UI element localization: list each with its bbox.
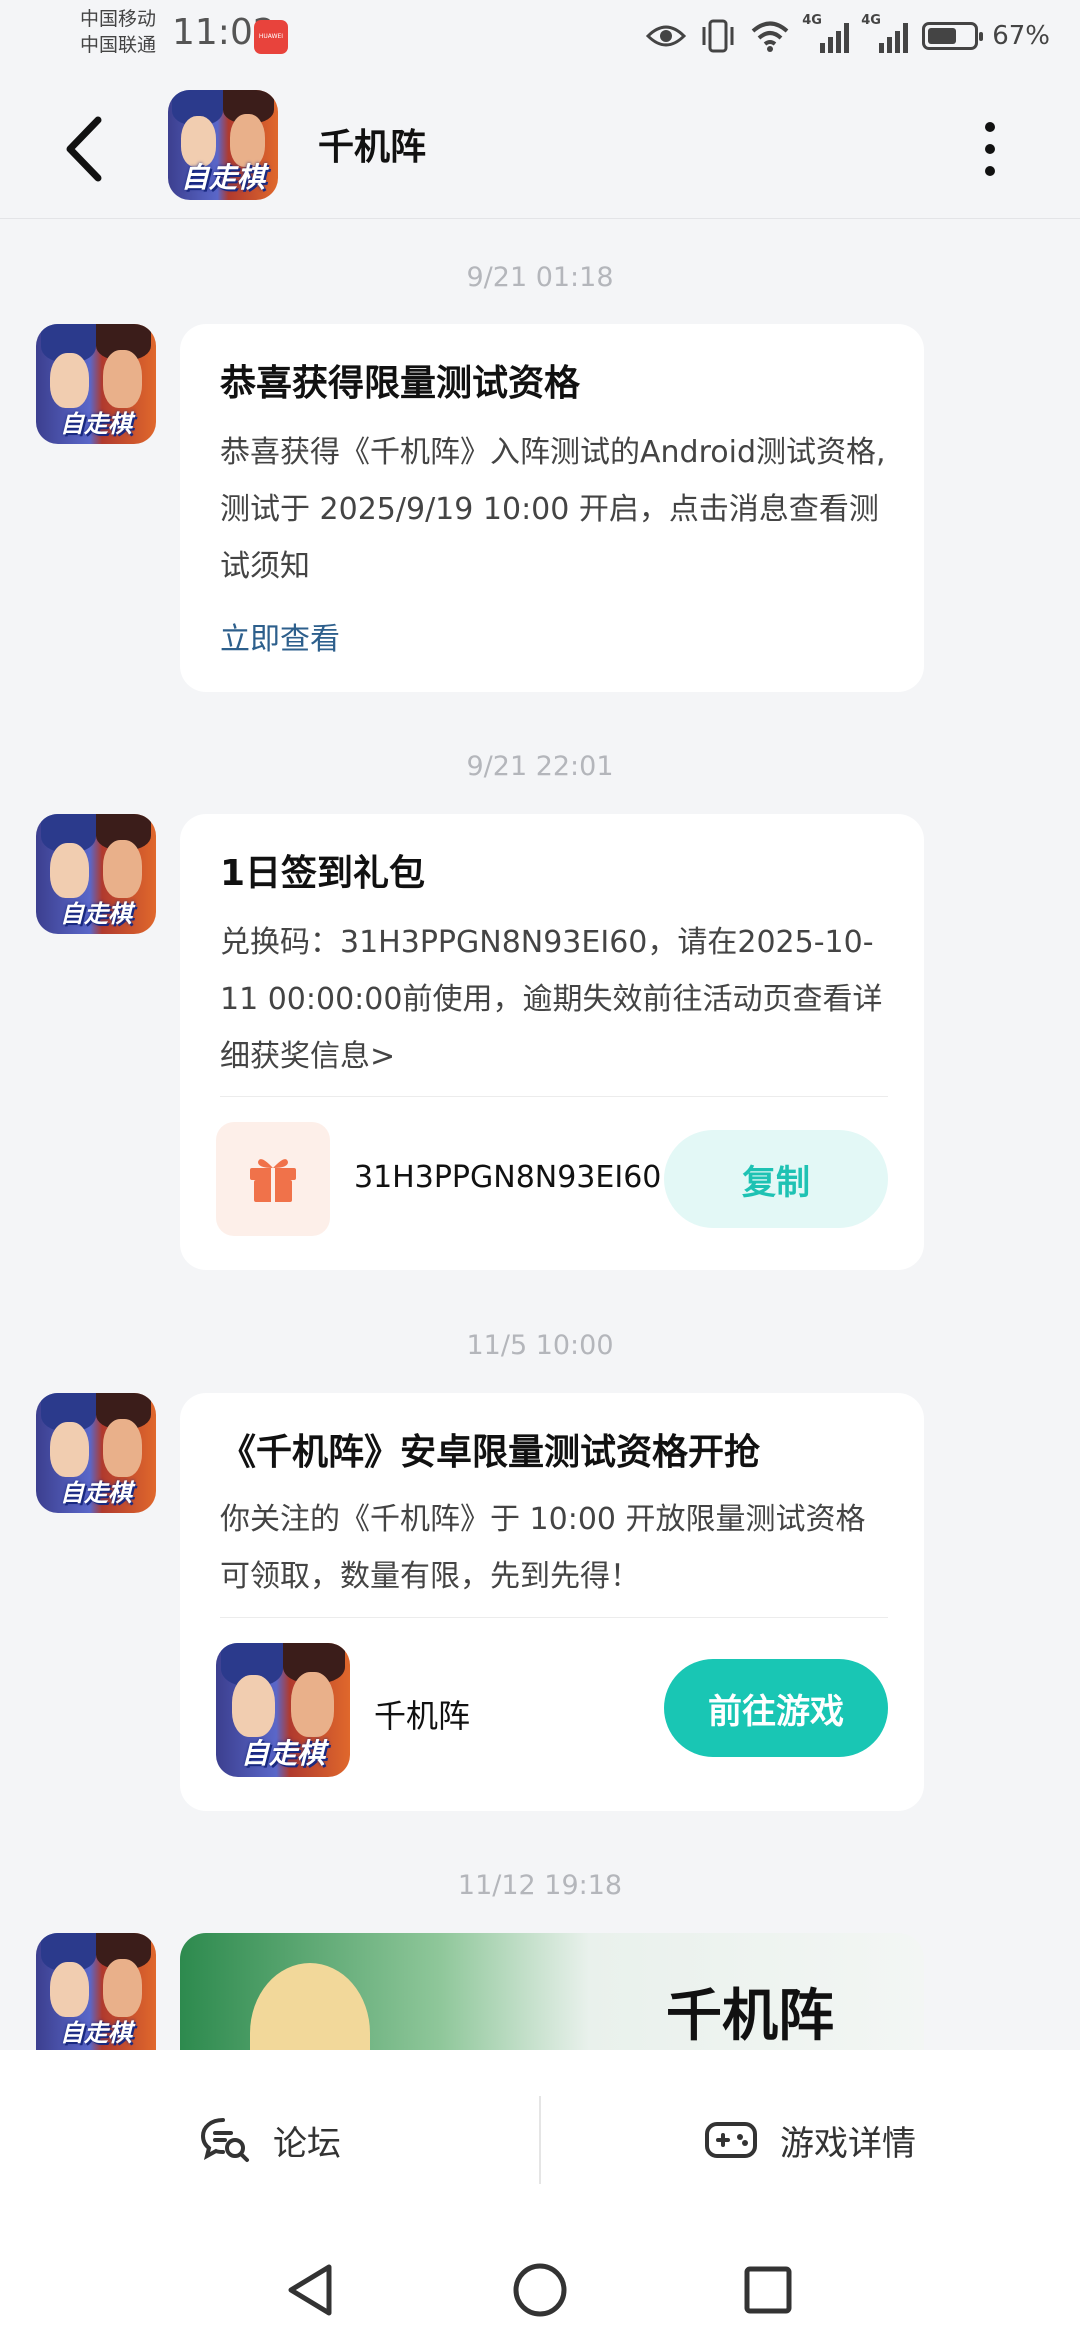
- message-card[interactable]: 《千机阵》安卓限量测试资格开抢 你关注的《千机阵》于 10:00 开放限量测试资…: [180, 1393, 924, 1811]
- more-options-button[interactable]: [968, 114, 1012, 184]
- network-type-1: 4G: [802, 13, 822, 28]
- network-type-2: 4G: [861, 13, 881, 28]
- message-title: 1日签到礼包: [220, 853, 426, 894]
- message-timestamp: 9/21 01:18: [466, 262, 614, 293]
- game-name: 千机阵: [374, 1697, 471, 1735]
- back-button[interactable]: [56, 104, 116, 194]
- gift-icon: [250, 1159, 296, 1202]
- eye-icon: [646, 25, 687, 47]
- square-recents-icon: [744, 2266, 792, 2314]
- battery-fill: [928, 28, 956, 44]
- chevron-left-icon: [66, 116, 102, 182]
- sender-avatar[interactable]: 自走棋: [36, 1933, 156, 2050]
- nav-home-button[interactable]: [500, 2250, 580, 2330]
- forum-chat-icon: [200, 2118, 249, 2162]
- page-title: 千机阵: [318, 127, 427, 168]
- gift-tile: [216, 1122, 330, 1236]
- battery-percent: 67%: [992, 21, 1050, 51]
- go-to-game-button[interactable]: 前往游戏: [664, 1659, 888, 1757]
- nav-recents-button[interactable]: [728, 2250, 808, 2330]
- signal-icon-2: 4G: [861, 13, 909, 53]
- app-icon-logo-text: 自走棋: [180, 160, 265, 194]
- card-divider: [220, 1617, 888, 1618]
- avatar-logo-text: 自走棋: [60, 410, 132, 439]
- message-body: 你关注的《千机阵》于 10:00 开放限量测试资格可领取，数量有限，先到先得！: [220, 1502, 866, 1594]
- status-bar: 中国移动 中国联通 11:02 HUAWEI 4G 4G 67%: [0, 0, 1080, 76]
- vibrate-icon: [702, 19, 734, 53]
- banner-character: [250, 1963, 370, 2053]
- sender-avatar[interactable]: 自走棋: [36, 1393, 156, 1513]
- card-divider: [220, 1096, 888, 1097]
- message-card[interactable]: 恭喜获得限量测试资格 恭喜获得《千机阵》入阵测试的Android测试资格,测试于…: [180, 324, 924, 692]
- thumbnail-logo-text: 自走棋: [240, 1736, 325, 1770]
- game-thumbnail[interactable]: 自走棋: [216, 1643, 350, 1777]
- message-body: 兑换码：31H3PPGN8N93EI60，请在2025-10-11 00:00:…: [220, 925, 883, 1074]
- sender-avatar[interactable]: 自走棋: [36, 324, 156, 444]
- copy-button[interactable]: 复制: [664, 1130, 888, 1228]
- message-timestamp: 11/12 19:18: [457, 1870, 623, 1901]
- nav-back-button[interactable]: [270, 2250, 350, 2330]
- banner-logo-text: 千机阵: [666, 1983, 834, 2049]
- wifi-icon: [751, 21, 789, 52]
- gamepad-icon: [705, 2122, 757, 2158]
- sender-avatar[interactable]: 自走棋: [36, 814, 156, 934]
- redeem-code: 31H3PPGN8N93EI60: [354, 1160, 662, 1195]
- view-now-link[interactable]: 立即查看: [220, 614, 340, 658]
- forum-tab[interactable]: 论坛: [0, 2050, 540, 2230]
- battery-icon: [922, 22, 984, 50]
- avatar-logo-text: 自走棋: [60, 2019, 132, 2048]
- avatar-logo-text: 自走棋: [60, 900, 132, 929]
- bottom-bar: 论坛 游戏详情: [0, 2050, 1080, 2340]
- message-body: 恭喜获得《千机阵》入阵测试的Android测试资格,测试于 2025/9/19 …: [220, 435, 886, 584]
- message-title: 《千机阵》安卓限量测试资格开抢: [220, 1432, 761, 1473]
- forum-label: 论坛: [273, 2123, 341, 2164]
- game-app-icon[interactable]: 自走棋: [168, 90, 278, 200]
- huawei-app-icon: HUAWEI: [254, 20, 288, 54]
- status-icons: 4G 4G 67%: [646, 13, 1050, 58]
- message-card[interactable]: 1日签到礼包 兑换码：31H3PPGN8N93EI60，请在2025-10-11…: [180, 814, 924, 1270]
- carrier-1: 中国移动: [80, 8, 157, 30]
- game-details-label: 游戏详情: [780, 2123, 916, 2164]
- carrier-2: 中国联通: [80, 34, 157, 56]
- game-details-tab[interactable]: 游戏详情: [540, 2050, 1080, 2230]
- message-banner-image[interactable]: 千机阵: [180, 1933, 924, 2053]
- message-title: 恭喜获得限量测试资格: [220, 363, 581, 404]
- message-timestamp: 11/5 10:00: [466, 1330, 614, 1361]
- top-app-bar: 自走棋 千机阵: [0, 76, 1080, 219]
- avatar-logo-text: 自走棋: [60, 1479, 132, 1508]
- message-timestamp: 9/21 22:01: [466, 751, 614, 782]
- signal-icon-1: 4G: [802, 13, 850, 53]
- triangle-back-icon: [288, 2264, 332, 2316]
- circle-home-icon: [513, 2263, 567, 2317]
- carrier-labels: 中国移动 中国联通: [80, 6, 156, 58]
